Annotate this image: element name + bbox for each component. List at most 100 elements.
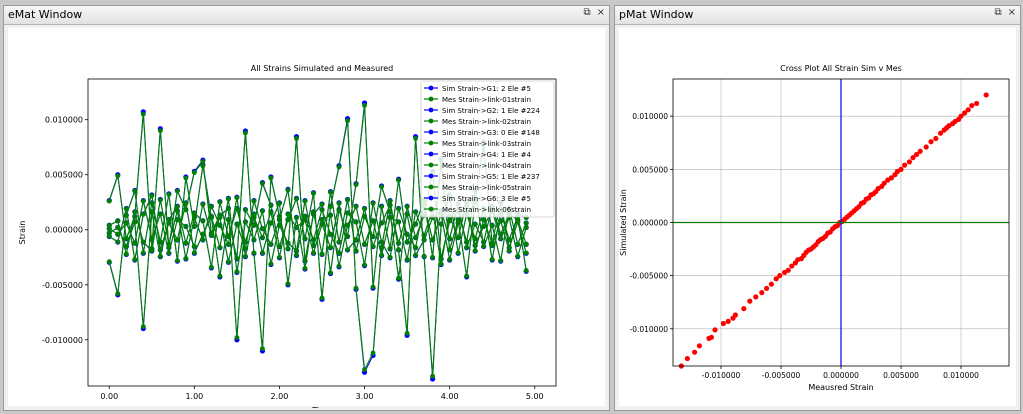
mes-point bbox=[260, 250, 265, 256]
mes-point bbox=[455, 235, 461, 240]
mes-point bbox=[243, 207, 248, 213]
scatter-point bbox=[906, 159, 912, 165]
mes-point bbox=[302, 217, 308, 223]
mes-point bbox=[260, 181, 265, 186]
mes-point bbox=[404, 239, 410, 245]
mes-point bbox=[123, 206, 129, 212]
mes-point bbox=[370, 243, 376, 249]
mes-point bbox=[430, 254, 436, 260]
mes-point bbox=[413, 209, 418, 215]
mes-point bbox=[353, 237, 359, 243]
x-tick-label: 0.005000 bbox=[883, 371, 919, 380]
mes-point bbox=[387, 203, 393, 208]
mes-point bbox=[200, 163, 206, 169]
mes-point bbox=[234, 269, 240, 274]
mes-point bbox=[481, 239, 487, 245]
legend-swatch-marker bbox=[428, 173, 434, 179]
mes-point bbox=[379, 220, 384, 226]
mes-point bbox=[396, 177, 401, 183]
legend-entry: Sim Strain->G3: 0 Ele #148 bbox=[442, 129, 540, 137]
close-icon[interactable]: × bbox=[597, 7, 605, 18]
mes-point bbox=[404, 204, 410, 210]
strain-line-chart: All Strains Simulated and Measured 0.00 1.… bbox=[18, 64, 557, 414]
mes-point bbox=[396, 206, 401, 212]
scatter-point bbox=[764, 285, 770, 292]
mes-point bbox=[157, 128, 163, 134]
pmat-titlebar[interactable]: pMat Window ⧉ × bbox=[615, 6, 1020, 25]
mes-point bbox=[183, 175, 189, 181]
legend-entry: Sim Strain->G5: 1 Ele #237 bbox=[442, 173, 540, 181]
mes-point bbox=[140, 198, 146, 204]
mes-point bbox=[328, 213, 333, 218]
mes-point bbox=[174, 204, 180, 210]
legend-entry: Sim Strain->G4: 1 Ele #4 bbox=[442, 151, 531, 159]
legend-entry: Mes Strain->link-06strain bbox=[442, 206, 531, 214]
mes-point bbox=[498, 231, 504, 237]
legend-entry: Mes Strain->link-01strain bbox=[442, 96, 531, 104]
legend-swatch-marker bbox=[428, 107, 434, 113]
mes-point bbox=[379, 204, 384, 210]
mes-point bbox=[200, 202, 206, 207]
mes-point bbox=[362, 262, 367, 268]
mes-point bbox=[166, 192, 172, 197]
mes-point bbox=[413, 136, 418, 141]
y-tick-label: 0.005000 bbox=[632, 165, 668, 174]
close-icon[interactable]: × bbox=[1008, 7, 1016, 18]
scatter-point bbox=[983, 92, 989, 98]
y-tick-label: 0.010000 bbox=[45, 116, 83, 125]
mes-point bbox=[294, 196, 299, 202]
mes-point bbox=[106, 198, 112, 204]
chart-title: Cross Plot All Strain Sim v Mes bbox=[780, 64, 902, 73]
mes-point bbox=[251, 237, 257, 243]
mes-point bbox=[226, 259, 231, 265]
mes-point bbox=[166, 241, 172, 247]
mes-point bbox=[336, 164, 342, 170]
mes-point bbox=[191, 170, 197, 175]
mes-point bbox=[345, 247, 350, 252]
mes-point bbox=[319, 202, 325, 207]
emat-titlebar[interactable]: eMat Window ⧉ × bbox=[4, 6, 609, 25]
mes-point bbox=[140, 239, 146, 245]
mes-point bbox=[379, 184, 384, 190]
mes-point bbox=[294, 225, 299, 230]
y-tick-label: 0.000000 bbox=[45, 226, 83, 235]
legend-swatch-marker bbox=[428, 195, 434, 201]
emat-window: eMat Window ⧉ × All Strains Simulated an… bbox=[3, 5, 610, 414]
mes-point bbox=[217, 215, 223, 221]
mes-point bbox=[226, 241, 231, 247]
mes-point bbox=[140, 250, 146, 256]
scatter-point bbox=[902, 162, 908, 168]
mes-point bbox=[208, 232, 214, 238]
x-tick-label: 0.010000 bbox=[943, 371, 979, 380]
mes-point bbox=[472, 221, 478, 227]
float-icon[interactable]: ⧉ bbox=[994, 7, 1001, 18]
mes-point bbox=[200, 159, 206, 164]
mes-point bbox=[285, 187, 291, 193]
mes-point bbox=[217, 222, 223, 228]
mes-point bbox=[268, 175, 274, 181]
scatter-point bbox=[708, 334, 714, 340]
mes-point bbox=[523, 268, 529, 273]
mes-point bbox=[251, 198, 257, 204]
mes-point bbox=[472, 248, 478, 254]
mes-point bbox=[191, 250, 197, 256]
legend-swatch-marker bbox=[428, 151, 434, 157]
mes-point bbox=[353, 219, 359, 225]
mes-point bbox=[285, 281, 291, 287]
mes-point bbox=[268, 241, 274, 247]
x-tick-label: 0.000000 bbox=[823, 371, 859, 380]
scatter-point bbox=[917, 148, 923, 154]
mes-point bbox=[115, 291, 121, 296]
mes-point bbox=[404, 257, 410, 262]
mes-point bbox=[260, 208, 265, 214]
scatter-point bbox=[777, 273, 783, 279]
scatter-point bbox=[933, 135, 939, 142]
mes-point bbox=[430, 373, 436, 379]
mes-point bbox=[234, 335, 240, 340]
mes-point bbox=[260, 346, 265, 351]
float-icon[interactable]: ⧉ bbox=[583, 7, 590, 18]
mes-point bbox=[362, 241, 367, 247]
mes-point bbox=[149, 248, 155, 254]
mes-point bbox=[294, 248, 299, 254]
mes-point bbox=[328, 270, 333, 276]
